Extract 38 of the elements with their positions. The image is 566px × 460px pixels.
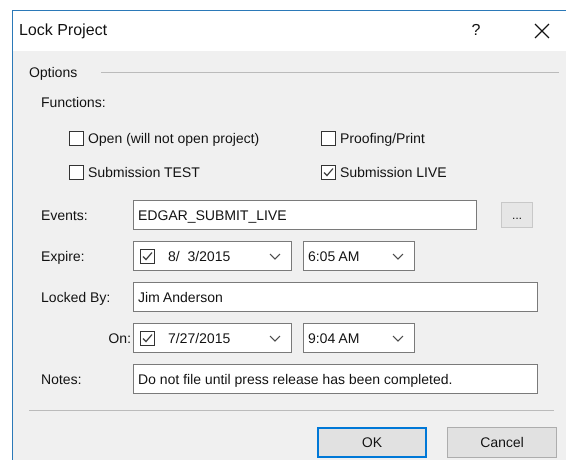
checkbox-label: Submission TEST bbox=[88, 163, 200, 182]
close-icon bbox=[534, 23, 550, 39]
checkbox-label: Open (will not open project) bbox=[88, 129, 260, 148]
date-value: 7/27/2015 bbox=[168, 328, 232, 348]
checkbox[interactable] bbox=[69, 165, 84, 180]
dialog-button[interactable]: Cancel bbox=[447, 427, 557, 458]
field-label: On: bbox=[108, 328, 131, 348]
events-field[interactable]: EDGAR_SUBMIT_LIVE bbox=[133, 200, 477, 230]
notes-field[interactable]: Do not file until press release has been completed. bbox=[133, 364, 538, 394]
chevron-down-icon bbox=[269, 334, 281, 342]
date-picker[interactable]: 8/ 3/2015 bbox=[133, 241, 292, 271]
checkbox[interactable] bbox=[140, 248, 155, 264]
field-label: Events: bbox=[41, 206, 88, 224]
field-label: Locked By: bbox=[41, 288, 110, 307]
checkbox[interactable] bbox=[321, 165, 336, 180]
time-picker[interactable]: 9:04 AM bbox=[303, 323, 415, 353]
dialog-button[interactable]: OK bbox=[317, 427, 427, 458]
functions-label: Functions: bbox=[41, 94, 106, 110]
checkbox-label: Proofing/Print bbox=[340, 129, 425, 148]
group-title: Options bbox=[29, 62, 78, 82]
time-value: 9:04 AM bbox=[308, 328, 360, 348]
time-picker[interactable]: 6:05 AM bbox=[303, 241, 415, 271]
help-button[interactable]: ? bbox=[453, 11, 499, 51]
field-label: Notes: bbox=[41, 370, 82, 388]
chevron-down-icon bbox=[392, 252, 404, 260]
time-value: 6:05 AM bbox=[308, 246, 360, 266]
checkbox-label: Submission LIVE bbox=[340, 163, 447, 182]
checkbox[interactable] bbox=[69, 131, 84, 146]
locked-by-field[interactable]: Jim Anderson bbox=[133, 282, 538, 312]
chevron-down-icon bbox=[392, 334, 404, 342]
window-title: Lock Project bbox=[19, 21, 108, 41]
checkbox[interactable] bbox=[140, 330, 155, 346]
chevron-down-icon bbox=[269, 252, 281, 260]
browse-button[interactable]: ... bbox=[501, 202, 533, 228]
checkbox[interactable] bbox=[321, 131, 336, 146]
date-picker[interactable]: 7/27/2015 bbox=[133, 323, 292, 353]
field-label: Expire: bbox=[41, 246, 85, 266]
date-value: 8/ 3/2015 bbox=[168, 246, 232, 266]
